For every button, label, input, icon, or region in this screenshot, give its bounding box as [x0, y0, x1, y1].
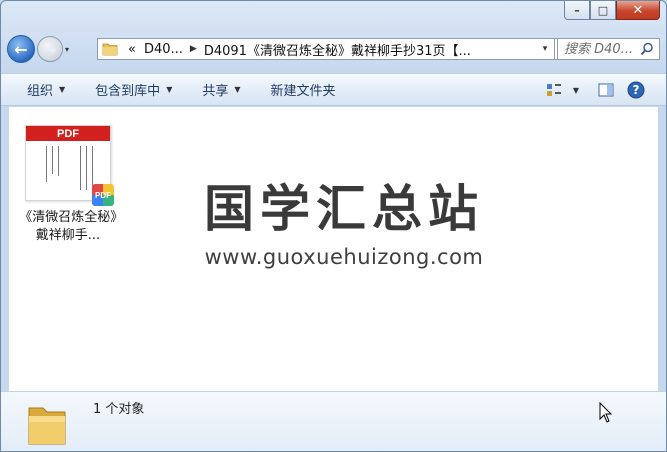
folder-icon: [102, 43, 118, 56]
minimize-button[interactable]: –: [564, 1, 590, 20]
address-bar[interactable]: « D40... ▶ D4091《清微召炼全秘》戴祥柳手抄31页【... ▾: [97, 38, 555, 60]
thumbnail-header: PDF: [26, 126, 110, 141]
pdf-thumbnail: PDF PDF: [25, 125, 114, 206]
watermark-title: 国学汇总站: [204, 180, 484, 238]
preview-pane-button[interactable]: [596, 80, 616, 100]
share-label: 共享: [202, 84, 229, 99]
breadcrumb: « D40... ▶ D4091《清微召炼全秘》戴祥柳手抄31页【...: [122, 40, 471, 59]
details-pane: 1 个对象: [1, 391, 666, 451]
toolbar-right: ▼ ?: [534, 80, 646, 100]
chevron-down-icon: ▼: [59, 85, 66, 94]
address-dropdown[interactable]: ▾: [536, 39, 554, 59]
search-input[interactable]: [564, 41, 636, 57]
breadcrumb-item-parent[interactable]: D40...: [144, 42, 183, 57]
forward-button[interactable]: →: [37, 36, 63, 62]
share-menu[interactable]: 共享 ▼: [202, 80, 240, 99]
breadcrumb-overflow[interactable]: «: [128, 42, 136, 57]
chevron-down-icon: ▾: [542, 44, 548, 54]
file-item[interactable]: PDF PDF 《清微召炼全秘》戴祥柳手...: [17, 125, 119, 245]
include-in-library-menu[interactable]: 包含到库中 ▼: [95, 80, 172, 99]
organize-label: 组织: [27, 84, 54, 99]
search-box[interactable]: [557, 38, 660, 60]
back-button[interactable]: ←: [7, 35, 35, 63]
maximize-button[interactable]: □: [590, 1, 616, 20]
watermark-url: www.guoxuehuizong.com: [204, 245, 484, 269]
pdf-app-icon: PDF: [92, 184, 114, 206]
view-dropdown[interactable]: ▼: [566, 80, 586, 100]
minimize-icon: –: [574, 3, 580, 17]
chevron-down-icon: ▼: [572, 85, 580, 95]
new-folder-button[interactable]: 新建文件夹: [271, 80, 336, 99]
include-in-library-label: 包含到库中: [95, 84, 161, 99]
chevron-right-icon[interactable]: ▶: [190, 44, 197, 54]
maximize-icon: □: [597, 3, 609, 17]
breadcrumb-item-current[interactable]: D4091《清微召炼全秘》戴祥柳手抄31页【...: [204, 40, 471, 59]
mouse-cursor-icon: [599, 402, 613, 423]
thumbnail-text-lines: [44, 146, 98, 194]
command-bar: 组织 ▼ 包含到库中 ▼ 共享 ▼ 新建文件夹 ▼ ?: [1, 73, 666, 106]
search-icon: [640, 42, 653, 56]
view-tiles-icon: [547, 84, 561, 96]
folder-icon: [28, 407, 66, 445]
caption-buttons: – □ ✕: [564, 1, 660, 21]
close-button[interactable]: ✕: [616, 1, 660, 20]
recent-pages-dropdown[interactable]: ▾: [65, 45, 77, 54]
file-list-area[interactable]: PDF PDF 《清微召炼全秘》戴祥柳手... 国学汇总站 www.guoxue…: [9, 107, 658, 391]
chevron-down-icon: ▼: [166, 85, 173, 94]
item-count: 1 个对象: [93, 402, 145, 417]
organize-menu[interactable]: 组织 ▼: [27, 80, 65, 99]
new-folder-label: 新建文件夹: [270, 84, 336, 99]
change-view-button[interactable]: [544, 80, 564, 100]
watermark: 国学汇总站 www.guoxuehuizong.com: [199, 179, 489, 269]
back-arrow-icon: ←: [14, 39, 28, 59]
help-glyph: ?: [632, 83, 640, 97]
explorer-window: – □ ✕ ← → ▾ « D40... ▶ D4091《清微召炼全秘》戴祥柳手…: [0, 0, 667, 452]
help-button[interactable]: ?: [626, 80, 646, 100]
file-name-label: 《清微召炼全秘》戴祥柳手...: [19, 210, 117, 243]
preview-pane-icon: [598, 83, 614, 97]
chevron-down-icon: ▼: [234, 85, 241, 94]
close-icon: ✕: [632, 2, 644, 18]
forward-arrow-icon: →: [43, 39, 57, 59]
